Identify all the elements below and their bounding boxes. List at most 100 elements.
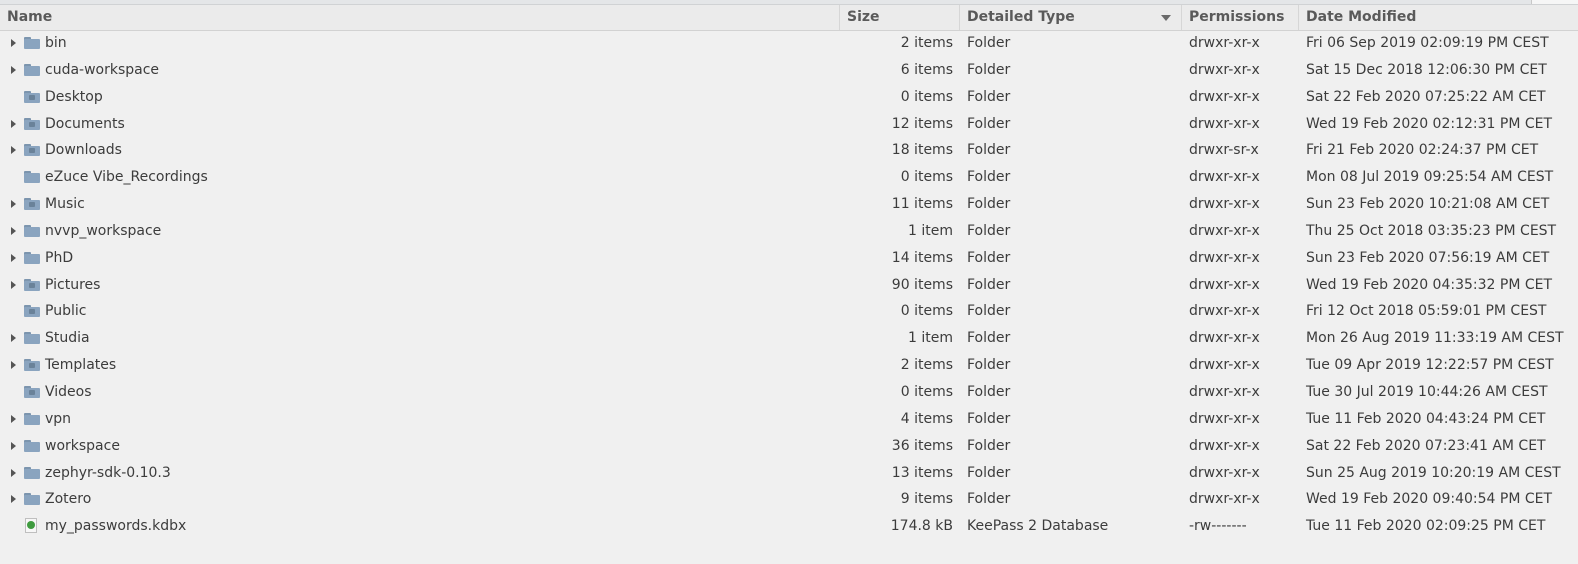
- expand-arrow-icon[interactable]: [11, 414, 16, 423]
- file-date-modified: Tue 11 Feb 2020 02:09:25 PM CET: [1306, 518, 1546, 535]
- file-permissions: drwxr-xr-x: [1189, 410, 1260, 427]
- desktop-folder-icon: [24, 90, 40, 103]
- file-date-modified: Wed 19 Feb 2020 09:40:54 PM CET: [1306, 491, 1553, 508]
- file-row[interactable]: Music 11 items Folder drwxr-xr-x Sun 23 Feb …: [0, 191, 1578, 218]
- file-date-modified: Wed 19 Feb 2020 02:12:31 PM CET: [1306, 115, 1553, 132]
- file-type: Folder: [967, 169, 1011, 186]
- file-permissions: drwxr-xr-x: [1189, 222, 1260, 239]
- expand-arrow-icon[interactable]: [11, 441, 16, 450]
- file-permissions: drwxr-xr-x: [1189, 196, 1260, 213]
- file-name: my_passwords.kdbx: [45, 518, 187, 535]
- file-size: 6 items: [900, 61, 953, 78]
- file-type: Folder: [967, 196, 1011, 213]
- file-size: 12 items: [891, 115, 953, 132]
- file-name: Zotero: [45, 491, 92, 508]
- file-type: Folder: [967, 410, 1011, 427]
- file-row[interactable]: cuda-workspace 6 items Folder drwxr-xr-x Sat…: [0, 57, 1578, 84]
- column-header-type[interactable]: Detailed Type: [960, 5, 1182, 30]
- expand-arrow-icon[interactable]: [11, 226, 16, 235]
- file-row[interactable]: Videos 0 items Folder drwxr-xr-x Tue 30 Jul …: [0, 379, 1578, 406]
- file-row[interactable]: nvvp_workspace 1 item Folder drwxr-xr-x Thu …: [0, 218, 1578, 245]
- file-row[interactable]: Templates 2 items Folder drwxr-xr-x Tue 09 A…: [0, 352, 1578, 379]
- file-row[interactable]: PhD 14 items Folder drwxr-xr-x Sun 23 Feb 20…: [0, 245, 1578, 272]
- file-row[interactable]: my_passwords.kdbx 174.8 kB KeePass 2 Datab…: [0, 513, 1578, 540]
- file-name: bin: [45, 35, 67, 51]
- file-list: bin 2 items Folder drwxr-xr-x Fri 06 Sep 201…: [0, 30, 1578, 540]
- file-name: Desktop: [45, 88, 103, 105]
- file-row[interactable]: zephyr-sdk-0.10.3 13 items Folder drwxr-xr-…: [0, 460, 1578, 487]
- file-row[interactable]: workspace 36 items Folder drwxr-xr-x Sat 22 …: [0, 433, 1578, 460]
- expand-arrow-icon[interactable]: [11, 39, 16, 47]
- expand-arrow-icon[interactable]: [11, 361, 16, 370]
- file-date-modified: Sat 15 Dec 2018 12:06:30 PM CET: [1306, 61, 1547, 78]
- file-permissions: drwxr-xr-x: [1189, 61, 1260, 78]
- file-permissions: drwxr-xr-x: [1189, 330, 1260, 347]
- file-permissions: -rw-------: [1189, 518, 1247, 535]
- folder-icon: [24, 63, 40, 76]
- file-name: Videos: [45, 383, 92, 400]
- file-date-modified: Sun 23 Feb 2020 10:21:08 AM CET: [1306, 196, 1550, 213]
- expand-arrow-icon[interactable]: [11, 280, 16, 289]
- file-row[interactable]: Documents 12 items Folder drwxr-xr-x Wed 19 …: [0, 111, 1578, 138]
- file-size: 11 items: [891, 196, 953, 213]
- file-row[interactable]: eZuce Vibe_Recordings 0 items Folder drwxr-…: [0, 164, 1578, 191]
- file-size: 1 item: [908, 222, 953, 239]
- folder-icon: [24, 37, 40, 49]
- file-name: Downloads: [45, 142, 122, 159]
- file-name: vpn: [45, 410, 72, 427]
- file-permissions: drwxr-xr-x: [1189, 276, 1260, 293]
- column-header-size[interactable]: Size: [840, 5, 960, 30]
- file-name: zephyr-sdk-0.10.3: [45, 464, 171, 481]
- file-permissions: drwxr-xr-x: [1189, 357, 1260, 374]
- expand-arrow-icon[interactable]: [11, 65, 16, 74]
- expand-arrow-icon[interactable]: [11, 495, 16, 504]
- file-type: Folder: [967, 276, 1011, 293]
- file-size: 0 items: [900, 88, 953, 105]
- file-row[interactable]: Desktop 0 items Folder drwxr-xr-x Sat 22 Feb…: [0, 84, 1578, 111]
- file-type: Folder: [967, 491, 1011, 508]
- file-size: 13 items: [891, 464, 953, 481]
- music-folder-icon: [24, 198, 40, 211]
- file-size: 14 items: [891, 249, 953, 266]
- expand-arrow-icon[interactable]: [11, 119, 16, 128]
- expand-arrow-icon[interactable]: [11, 253, 16, 262]
- column-header-date-modified[interactable]: Date Modified: [1299, 5, 1578, 30]
- file-size: 2 items: [900, 357, 953, 374]
- file-row[interactable]: Downloads 18 items Folder drwxr-sr-x Fri 21 …: [0, 137, 1578, 164]
- expand-arrow-icon[interactable]: [11, 200, 16, 209]
- expand-arrow-icon[interactable]: [11, 468, 16, 477]
- file-row[interactable]: Studia 1 item Folder drwxr-xr-x Mon 26 Aug 2…: [0, 325, 1578, 352]
- file-name: PhD: [45, 249, 74, 266]
- file-date-modified: Sun 25 Aug 2019 10:20:19 AM CEST: [1306, 464, 1561, 481]
- file-type: Folder: [967, 437, 1011, 454]
- file-size: 1 item: [908, 330, 953, 347]
- downloads-folder-icon: [24, 144, 40, 157]
- file-row[interactable]: Zotero 9 items Folder drwxr-xr-x Wed 19 Feb …: [0, 486, 1578, 513]
- column-header-name[interactable]: Name: [0, 5, 840, 30]
- file-name: Templates: [45, 357, 117, 374]
- expand-arrow-icon[interactable]: [11, 334, 16, 343]
- folder-icon: [24, 466, 40, 479]
- folder-icon: [24, 171, 40, 184]
- file-row[interactable]: vpn 4 items Folder drwxr-xr-x Tue 11 Feb 202…: [0, 406, 1578, 433]
- file-row[interactable]: bin 2 items Folder drwxr-xr-x Fri 06 Sep 201…: [0, 30, 1578, 57]
- file-permissions: drwxr-xr-x: [1189, 88, 1260, 105]
- tab-edge: [1531, 0, 1578, 4]
- file-date-modified: Tue 30 Jul 2019 10:44:26 AM CEST: [1306, 383, 1548, 400]
- file-name: cuda-workspace: [45, 61, 160, 78]
- pictures-folder-icon: [24, 278, 40, 291]
- file-date-modified: Wed 19 Feb 2020 04:35:32 PM CET: [1306, 276, 1553, 293]
- file-permissions: drwxr-xr-x: [1189, 115, 1260, 132]
- file-row[interactable]: Public 0 items Folder drwxr-xr-x Fri 12 Oct …: [0, 298, 1578, 325]
- expand-arrow-icon[interactable]: [11, 146, 16, 155]
- file-date-modified: Tue 09 Apr 2019 12:22:57 PM CEST: [1306, 357, 1554, 374]
- file-type: Folder: [967, 61, 1011, 78]
- file-name: Documents: [45, 115, 125, 132]
- file-date-modified: Mon 26 Aug 2019 11:33:19 AM CEST: [1306, 330, 1564, 347]
- folder-icon: [24, 439, 40, 452]
- file-row[interactable]: Pictures 90 items Folder drwxr-xr-x Wed 19 F…: [0, 272, 1578, 299]
- file-name: nvvp_workspace: [45, 222, 162, 239]
- file-name: Studia: [45, 330, 90, 347]
- file-permissions: drwxr-sr-x: [1189, 142, 1259, 159]
- column-header-permissions[interactable]: Permissions: [1182, 5, 1299, 30]
